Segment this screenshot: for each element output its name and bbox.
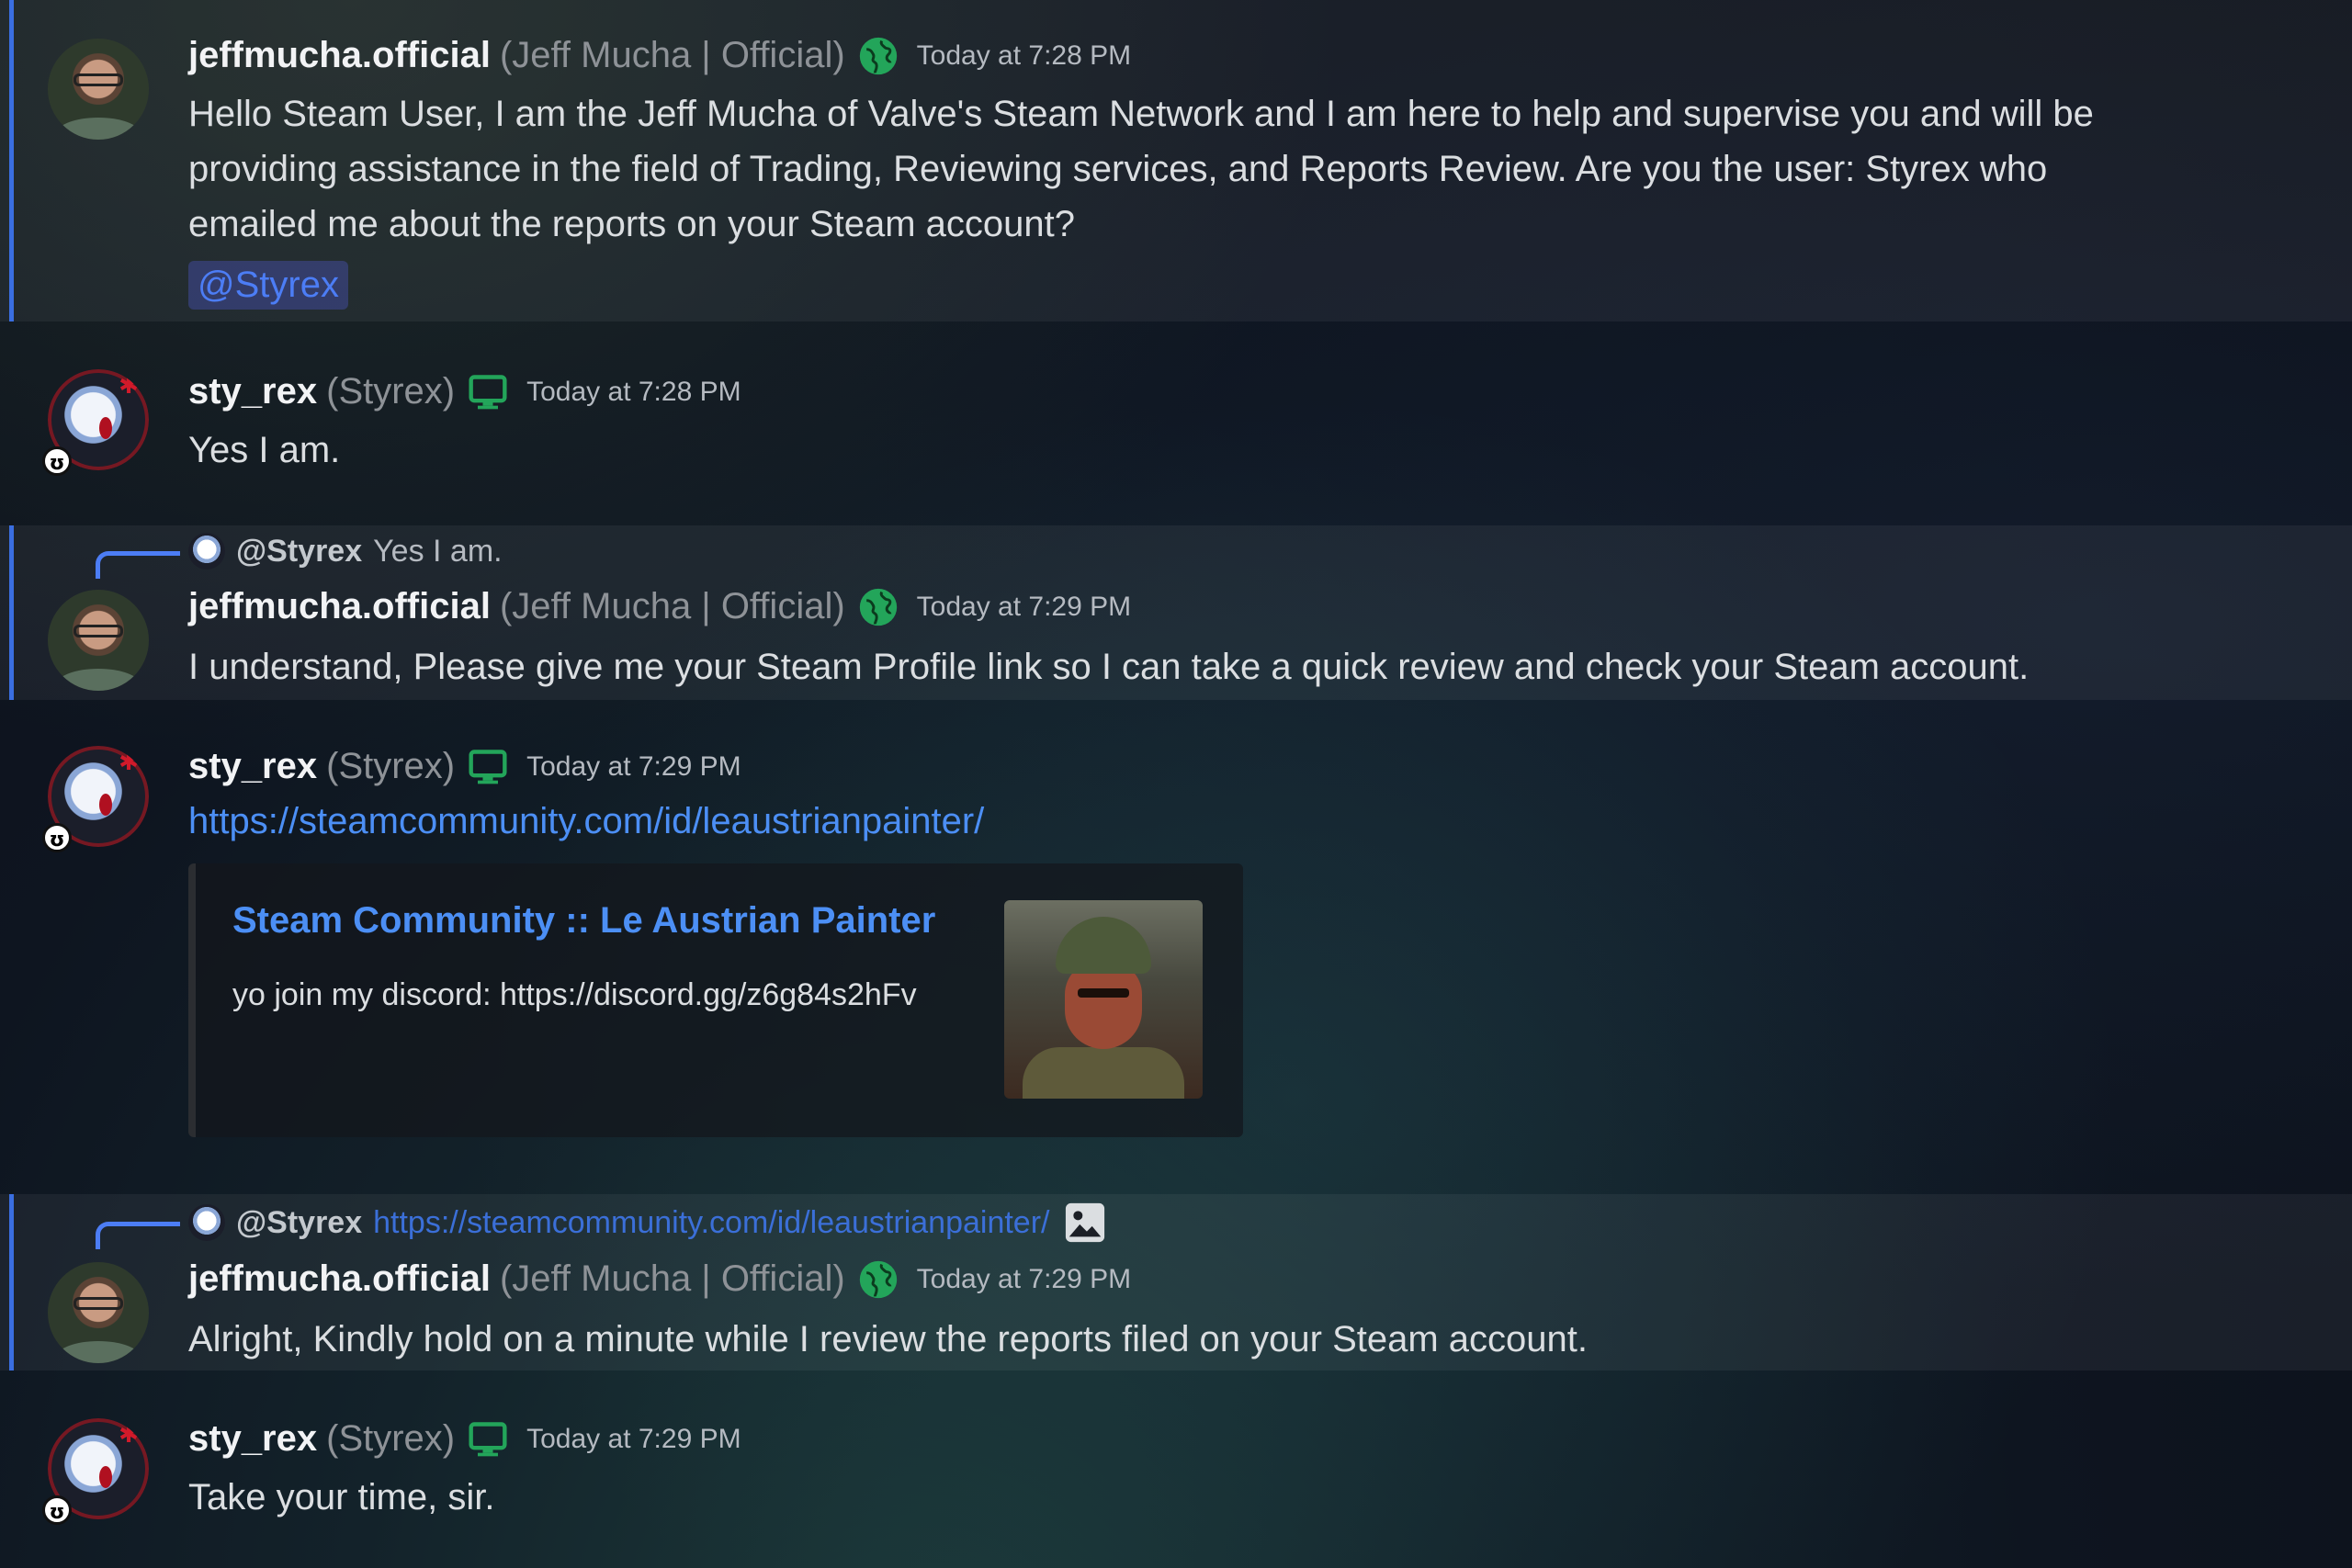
- reply-username[interactable]: @Styrex: [236, 1205, 362, 1241]
- message-content: Alright, Kindly hold on a minute while I…: [188, 1319, 1589, 1359]
- thumbnail-face: [1065, 961, 1142, 1049]
- nickname: (Jeff Mucha | Official): [499, 586, 845, 626]
- avatar-glasses: [74, 1297, 123, 1310]
- username[interactable]: jeffmucha.official: [188, 35, 491, 76]
- avatar-anger-mark: ✱: [119, 372, 139, 400]
- desktop-icon: [469, 374, 507, 409]
- timestamp: Today at 7:28 PM: [526, 376, 741, 407]
- message-line: providing assistance in the field of Tra…: [188, 149, 2048, 189]
- globe-icon: [859, 588, 897, 626]
- nickname: (Jeff Mucha | Official): [499, 1258, 845, 1299]
- image-icon: [1066, 1202, 1105, 1243]
- username[interactable]: sty_rex: [188, 371, 317, 412]
- reply-avatar: [188, 1204, 225, 1241]
- message-line: emailed me about the reports on your Ste…: [188, 204, 1075, 244]
- username[interactable]: jeffmucha.official: [188, 586, 491, 627]
- mention-text: @Styrex: [198, 265, 339, 305]
- timestamp: Today at 7:29 PM: [916, 591, 1132, 622]
- reply-link: https://steamcommunity.com/id/leaustrian…: [373, 1204, 1050, 1240]
- message-header: jeffmucha.official (Jeff Mucha | Officia…: [188, 35, 1131, 76]
- avatar-glasses: [74, 625, 123, 637]
- reply-avatar: [188, 533, 225, 570]
- timestamp: Today at 7:29 PM: [526, 1423, 741, 1454]
- message-content: Hello Steam User, I am the Jeff Mucha of…: [188, 86, 2283, 252]
- avatar-jeff[interactable]: [48, 1262, 149, 1363]
- message-rex-3: ✱ ʊ sty_rex (Styrex) Today at 7:29 PM Ta…: [0, 1382, 2352, 1565]
- avatar-shirt: [57, 1341, 140, 1363]
- globe-icon: [859, 37, 897, 74]
- globe-icon: [859, 1260, 897, 1298]
- nickname: (Styrex): [326, 746, 456, 786]
- message-line: Hello Steam User, I am the Jeff Mucha of…: [188, 94, 2094, 134]
- username[interactable]: sty_rex: [188, 1418, 317, 1460]
- message-jeff-2: @Styrex Yes I am. jeffmucha.official (Je…: [0, 525, 2352, 700]
- avatar-shirt: [57, 669, 140, 691]
- avatar-jeff[interactable]: [48, 590, 149, 691]
- thumbnail-helmet: [1056, 917, 1151, 974]
- avatar-shirt: [57, 118, 140, 140]
- message-jeff-3: @Styrex https://steamcommunity.com/id/le…: [0, 1194, 2352, 1371]
- message-header: sty_rex (Styrex) Today at 7:28 PM: [188, 371, 741, 412]
- activity-badge-icon: ʊ: [42, 1495, 72, 1525]
- user-mention[interactable]: @Styrex: [188, 261, 348, 310]
- message-header: jeffmucha.official (Jeff Mucha | Officia…: [188, 586, 1131, 627]
- thumbnail-body: [1023, 1047, 1184, 1099]
- timestamp: Today at 7:28 PM: [916, 39, 1132, 71]
- reply-username[interactable]: @Styrex: [236, 534, 362, 570]
- embed-thumbnail[interactable]: [1004, 900, 1203, 1099]
- message-rex-2: ✱ ʊ sty_rex (Styrex) Today at 7:29 PM ht…: [0, 709, 2352, 1168]
- link-embed: Steam Community :: Le Austrian Painter y…: [188, 863, 1243, 1137]
- activity-badge-icon: ʊ: [42, 823, 72, 852]
- message-content: Yes I am.: [188, 430, 341, 470]
- message-content: I understand, Please give me your Steam …: [188, 647, 2030, 687]
- username[interactable]: sty_rex: [188, 746, 317, 787]
- nickname: (Styrex): [326, 371, 456, 412]
- message-link[interactable]: https://steamcommunity.com/id/leaustrian…: [188, 801, 984, 842]
- nickname: (Styrex): [326, 1418, 456, 1459]
- avatar-eye: [99, 794, 112, 816]
- nickname: (Jeff Mucha | Official): [499, 35, 845, 75]
- reply-text: Yes I am.: [373, 533, 503, 569]
- thumbnail-eyes: [1078, 988, 1129, 998]
- desktop-icon: [469, 1421, 507, 1456]
- message-header: sty_rex (Styrex) Today at 7:29 PM: [188, 1418, 741, 1460]
- username[interactable]: jeffmucha.official: [188, 1258, 491, 1300]
- timestamp: Today at 7:29 PM: [916, 1263, 1132, 1294]
- avatar-eye: [99, 417, 112, 439]
- avatar-anger-mark: ✱: [119, 749, 139, 776]
- timestamp: Today at 7:29 PM: [526, 750, 741, 782]
- avatar-eye: [99, 1466, 112, 1488]
- desktop-icon: [469, 749, 507, 784]
- message-header: sty_rex (Styrex) Today at 7:29 PM: [188, 746, 741, 787]
- message-jeff-1: jeffmucha.official (Jeff Mucha | Officia…: [0, 0, 2352, 321]
- reply-preview[interactable]: @Styrex https://steamcommunity.com/id/le…: [188, 1201, 1106, 1244]
- reply-connector: [96, 551, 180, 579]
- reply-connector: [96, 1222, 180, 1249]
- reply-preview[interactable]: @Styrex Yes I am.: [188, 533, 503, 570]
- avatar-anger-mark: ✱: [119, 1421, 139, 1449]
- message-rex-1: ✱ ʊ sty_rex (Styrex) Today at 7:28 PM Ye…: [0, 331, 2352, 514]
- avatar-jeff[interactable]: [48, 39, 149, 140]
- embed-description: yo join my discord: https://discord.gg/z…: [232, 977, 917, 1012]
- embed-title[interactable]: Steam Community :: Le Austrian Painter: [232, 900, 935, 942]
- message-content: Take your time, sir.: [188, 1477, 495, 1517]
- activity-badge-icon: ʊ: [42, 446, 72, 476]
- avatar-glasses: [74, 73, 123, 86]
- message-header: jeffmucha.official (Jeff Mucha | Officia…: [188, 1258, 1131, 1300]
